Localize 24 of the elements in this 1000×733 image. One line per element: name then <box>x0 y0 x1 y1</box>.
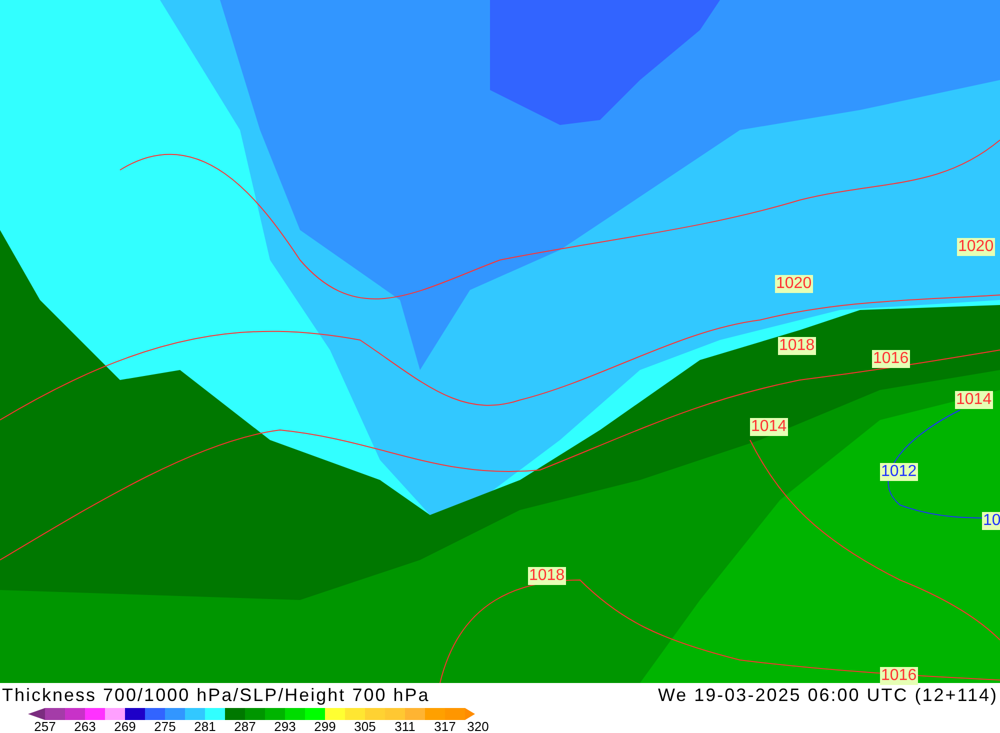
legend-tick-label: 320 <box>467 720 489 733</box>
chart-title: Thickness 700/1000 hPa/SLP/Height 700 hPa <box>1 684 430 706</box>
isobar-label: 1020 <box>775 275 813 293</box>
legend-tick-label: 263 <box>74 720 96 733</box>
isobar-label: 1020 <box>957 238 995 256</box>
isobar-label: 1016 <box>872 350 910 368</box>
isobar-label: 1018 <box>778 337 816 355</box>
isobar-label: 1012 <box>880 463 918 481</box>
isobar-label: 1014 <box>750 418 788 436</box>
legend-tick-label: 257 <box>34 720 56 733</box>
isobar-label: 1016 <box>880 667 918 685</box>
isobar-label: 1018 <box>528 567 566 585</box>
legend-tick-label: 317 <box>434 720 456 733</box>
valid-time: We 19-03-2025 06:00 UTC (12+114) <box>658 684 999 706</box>
legend-tick-label: 287 <box>234 720 256 733</box>
legend-tick-label: 269 <box>114 720 136 733</box>
legend-tick-label: 305 <box>354 720 376 733</box>
legend-tick-label: 293 <box>274 720 296 733</box>
legend-tick-label: 281 <box>194 720 216 733</box>
legend-tick-label: 299 <box>314 720 336 733</box>
isobar-label: 10 <box>982 512 1000 530</box>
isobar-label: 1014 <box>955 391 993 409</box>
legend-tick-label: 311 <box>394 720 416 733</box>
legend-tick-label: 275 <box>154 720 176 733</box>
